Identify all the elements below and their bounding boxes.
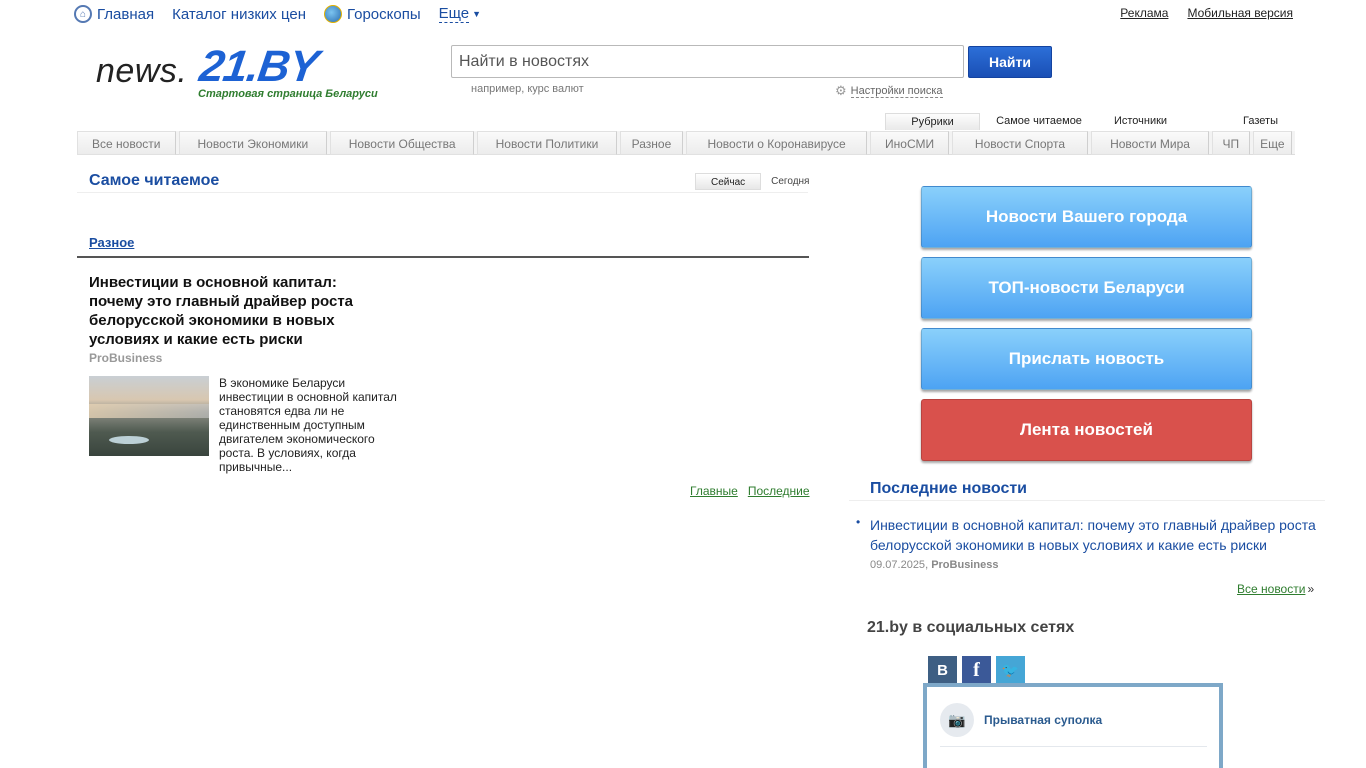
category-coronavirus[interactable]: Новости о Коронавирусе <box>685 131 868 155</box>
logo-tagline: Стартовая страница Беларуси <box>198 88 378 100</box>
category-more[interactable]: Еще <box>1252 131 1292 155</box>
search-settings-label: Настройки поиска <box>850 84 943 98</box>
article-card: Инвестиции в основной капитал: почему эт… <box>89 273 389 365</box>
home-icon: ⌂ <box>74 5 92 23</box>
view-tabs: Рубрики Самое читаемое Источники Газеты <box>885 113 1290 130</box>
topnav-horoscope-link[interactable]: Гороскопы <box>324 5 421 23</box>
most-read-switch: Сейчас Сегодня <box>695 173 819 190</box>
latest-news-link[interactable]: Последние <box>748 484 810 498</box>
ads-link[interactable]: Реклама <box>1120 6 1168 20</box>
camera-icon[interactable]: 📷 <box>940 703 974 737</box>
switch-today[interactable]: Сегодня <box>761 173 819 190</box>
twitter-icon[interactable]: 🐦 <box>996 656 1025 685</box>
bullet-icon: • <box>856 515 861 529</box>
send-news-button[interactable]: Прислать новость <box>921 328 1252 390</box>
top-nav: ⌂ Главная Каталог низких цен Гороскопы Е… <box>74 5 499 23</box>
all-news: Все новости» <box>1237 582 1314 596</box>
article-source: ProBusiness <box>89 351 163 365</box>
tab-most-read[interactable]: Самое читаемое <box>980 113 1098 130</box>
divider <box>849 500 1325 501</box>
topnav-home-link[interactable]: ⌂ Главная <box>74 5 154 23</box>
latest-news-item[interactable]: Инвестиции в основной капитал: почему эт… <box>870 515 1325 555</box>
category-all[interactable]: Все новости <box>77 131 176 155</box>
site-logo[interactable]: news. 21.BY Стартовая страница Беларуси <box>96 42 416 106</box>
social-tabs: В f 🐦 <box>928 656 1025 685</box>
logo-news-text: news. <box>96 52 188 90</box>
most-read-title: Самое читаемое <box>89 172 220 189</box>
latest-news-title: Последние новости <box>870 480 1028 497</box>
tab-rubrics[interactable]: Рубрики <box>885 113 980 130</box>
vk-widget: 📷 Прыватная суполка <box>923 683 1223 768</box>
search-button[interactable]: Найти <box>968 46 1052 78</box>
latest-news-meta: 09.07.2025, ProBusiness <box>870 559 999 571</box>
topnav-horoscope-label: Гороскопы <box>347 5 421 23</box>
latest-news-date: 09.07.2025 <box>870 559 926 571</box>
news-feed-button[interactable]: Лента новостей <box>921 399 1252 461</box>
mobile-version-link[interactable]: Мобильная версия <box>1187 6 1293 20</box>
topnav-more-dropdown[interactable]: Еще ▼ <box>438 4 482 23</box>
topnav-home-label: Главная <box>97 5 155 23</box>
category-bar: Все новости Новости Экономики Новости Об… <box>77 131 1295 155</box>
vk-icon[interactable]: В <box>928 656 957 685</box>
search-input[interactable] <box>451 45 964 78</box>
topnav-catalog-link[interactable]: Каталог низких цен <box>172 6 306 23</box>
raquo-icon: » <box>1307 582 1315 596</box>
category-politics[interactable]: Новости Политики <box>477 131 617 155</box>
search-settings-link[interactable]: ⚙ Настройки поиска <box>835 83 943 99</box>
latest-news-source: ProBusiness <box>931 559 999 571</box>
section-link-misc[interactable]: Разное <box>89 235 134 250</box>
divider <box>77 192 808 193</box>
category-society[interactable]: Новости Общества <box>330 131 475 155</box>
topnav-catalog-label: Каталог низких цен <box>172 5 306 23</box>
article-excerpt: В экономике Беларуси инвестиции в основн… <box>219 376 397 474</box>
top-news-button[interactable]: ТОП-новости Беларуси <box>921 257 1252 319</box>
category-misc[interactable]: Разное <box>619 131 683 155</box>
topnav-more-label: Еще <box>438 4 470 23</box>
divider <box>940 746 1207 747</box>
most-read-footer-links: Главные Последние <box>690 484 810 498</box>
category-emergency[interactable]: ЧП <box>1212 131 1250 155</box>
category-foreign-media[interactable]: ИноСМИ <box>870 131 949 155</box>
globe-icon <box>324 5 342 23</box>
gear-icon: ⚙ <box>835 83 847 98</box>
category-economy[interactable]: Новости Экономики <box>178 131 328 155</box>
facebook-icon[interactable]: f <box>962 656 991 685</box>
social-title: 21.by в социальных сетях <box>867 619 1075 636</box>
search-hint: например, курс валют <box>471 83 584 95</box>
city-news-button[interactable]: Новости Вашего города <box>921 186 1252 248</box>
category-sport[interactable]: Новости Спорта <box>952 131 1088 155</box>
chevron-down-icon: ▼ <box>472 9 482 19</box>
logo-brand-text: 21.BY <box>196 42 321 91</box>
tab-sources[interactable]: Источники <box>1098 113 1183 130</box>
switch-now[interactable]: Сейчас <box>695 173 762 190</box>
article-headline[interactable]: Инвестиции в основной капитал: почему эт… <box>89 273 389 349</box>
tab-newspapers[interactable]: Газеты <box>1183 113 1290 130</box>
top-right-links: Реклама Мобильная версия <box>1120 6 1293 20</box>
main-news-link[interactable]: Главные <box>690 484 738 498</box>
vk-group-name[interactable]: Прыватная суполка <box>984 713 1102 727</box>
category-world[interactable]: Новости Мира <box>1090 131 1210 155</box>
article-thumbnail[interactable] <box>89 376 209 456</box>
section-divider <box>77 256 809 258</box>
all-news-link[interactable]: Все новости <box>1237 582 1305 596</box>
